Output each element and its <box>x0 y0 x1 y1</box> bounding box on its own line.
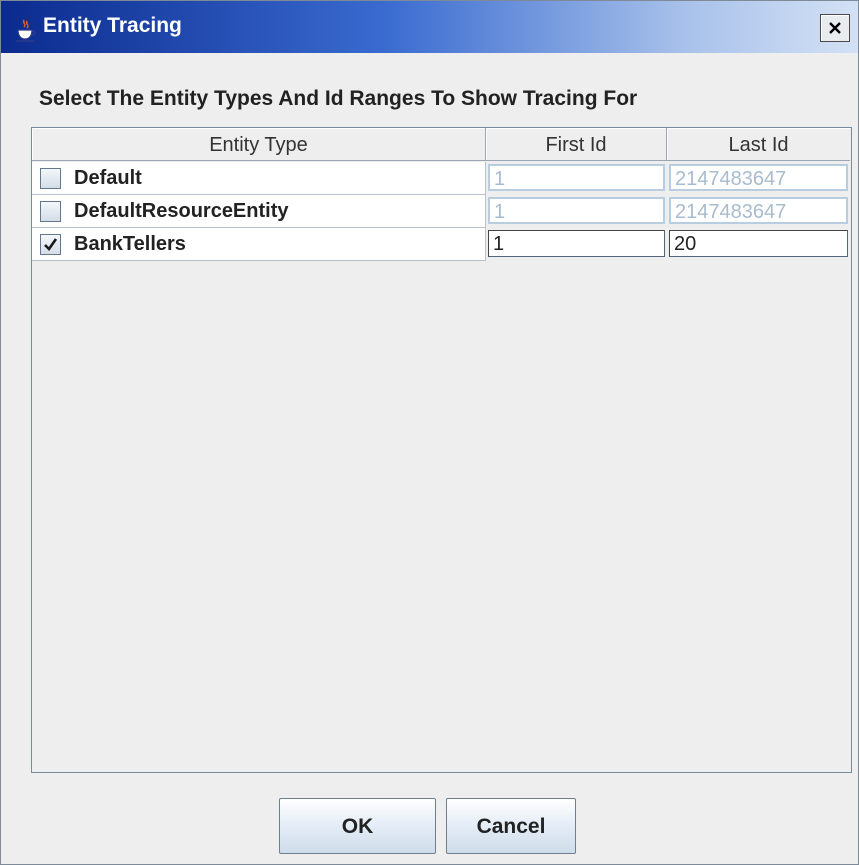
instructions-heading: Select The Entity Types And Id Ranges To… <box>39 87 638 110</box>
last-id-field[interactable]: 20 <box>669 230 848 257</box>
column-header-entity-type[interactable]: Entity Type <box>32 128 486 161</box>
trace-checkbox[interactable] <box>40 234 61 255</box>
trace-checkbox[interactable] <box>40 201 61 222</box>
entity-type-label: DefaultResourceEntity <box>74 200 289 222</box>
entity-type-label: Default <box>74 167 142 189</box>
java-cup-icon <box>15 19 37 42</box>
window-title: Entity Tracing <box>43 14 182 37</box>
table-row[interactable]: DefaultResourceEntity 1 2147483647 <box>32 195 851 228</box>
entity-tracing-dialog: Entity Tracing Select The Entity Types A… <box>0 0 859 865</box>
entity-type-cell[interactable]: DefaultResourceEntity <box>32 195 486 228</box>
entity-type-cell[interactable]: Default <box>32 162 486 195</box>
table-row[interactable]: Default 1 2147483647 <box>32 162 851 195</box>
last-id-field[interactable]: 2147483647 <box>669 197 848 224</box>
close-button[interactable] <box>820 14 850 42</box>
table-row[interactable]: BankTellers 1 20 <box>32 228 851 261</box>
column-header-first-id[interactable]: First Id <box>486 128 667 161</box>
first-id-field[interactable]: 1 <box>488 164 665 191</box>
close-icon <box>829 22 841 34</box>
entity-type-cell[interactable]: BankTellers <box>32 228 486 261</box>
checkmark-icon <box>44 238 58 252</box>
first-id-field[interactable]: 1 <box>488 230 665 257</box>
column-header-last-id[interactable]: Last Id <box>667 128 850 161</box>
entity-table[interactable]: Entity Type First Id Last Id Default 1 2… <box>31 127 852 773</box>
cancel-button[interactable]: Cancel <box>446 798 576 854</box>
title-bar[interactable]: Entity Tracing <box>1 1 858 53</box>
ok-button[interactable]: OK <box>279 798 436 854</box>
entity-type-label: BankTellers <box>74 233 186 255</box>
first-id-field[interactable]: 1 <box>488 197 665 224</box>
trace-checkbox[interactable] <box>40 168 61 189</box>
table-header: Entity Type First Id Last Id <box>32 128 851 162</box>
last-id-field[interactable]: 2147483647 <box>669 164 848 191</box>
